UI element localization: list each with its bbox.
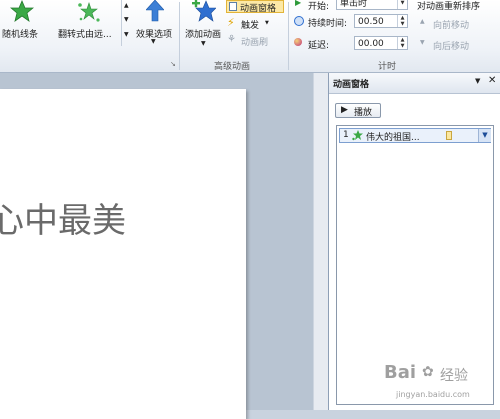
start-value: 单击时 — [340, 0, 368, 9]
pane-options-icon[interactable]: ▼ — [475, 77, 480, 85]
play-icon: ▶ — [341, 105, 348, 115]
animation-pane-button[interactable]: 动画窗格 — [226, 0, 284, 14]
start-label: 开始: — [308, 2, 330, 12]
timing-bar — [446, 131, 452, 140]
spinner-arrows[interactable]: ▲ ▼ — [397, 15, 407, 27]
add-animation-button[interactable]: 添加动画 ▼ — [182, 0, 224, 50]
delay-value: 00.00 — [358, 39, 384, 49]
animation-pane-label: 动画窗格 — [240, 4, 277, 14]
animation-painter-button[interactable]: ⚘ 动画刷 — [227, 34, 282, 48]
play-label: 播放 — [354, 108, 373, 118]
dialog-launcher-icon[interactable]: ↘ — [170, 60, 178, 68]
animation-painter-label: 动画刷 — [241, 38, 269, 48]
item-dropdown[interactable]: ▼ — [478, 129, 491, 142]
slide-canvas[interactable]: 心中最美 — [0, 89, 246, 419]
gallery-scroll[interactable]: ▲ ▼ ▼ — [121, 0, 132, 46]
item-name: 伟大的祖国... — [366, 133, 420, 143]
timing-group-label: 计时 — [378, 62, 397, 72]
move-earlier-button[interactable]: ▲ 向前移动 — [420, 17, 480, 31]
animation-pane: 动画窗格 ▼ ✕ ▶ 播放 1 伟大的祖国... ▼ — [328, 73, 500, 410]
gallery-more-icon: ▼ — [124, 31, 129, 38]
watermark: Bai ✿ 经验 jingyan.baidu.com — [382, 362, 500, 408]
add-animation-icon — [192, 0, 216, 22]
move-earlier-label: 向前移动 — [433, 21, 470, 31]
effect-flip-from-far[interactable]: 翻转式由远... — [56, 0, 122, 46]
chevron-down-icon: ▼ — [201, 40, 206, 47]
trigger-button[interactable]: ⚡ 触发 ▼ — [227, 16, 277, 31]
star-icon — [10, 0, 34, 22]
watermark-brand-suffix: 经验 — [440, 368, 468, 384]
duration-input[interactable]: 00.50 ▲ ▼ — [354, 14, 408, 28]
watermark-brand: Bai — [384, 362, 417, 383]
chevron-up-icon: ▲ — [124, 2, 129, 9]
slide-editing-area: 心中最美 — [0, 73, 328, 419]
lightning-icon: ⚡ — [227, 16, 235, 29]
animation-pane-title: 动画窗格 — [333, 80, 370, 90]
reorder-heading: 对动画重新排序 — [417, 2, 481, 12]
arrow-up-small-icon: ▲ — [420, 18, 425, 25]
painter-icon: ⚘ — [227, 34, 236, 45]
effect-random-bars[interactable]: 随机线条 — [0, 0, 52, 46]
trigger-label: 触发 — [241, 21, 260, 31]
arrow-up-icon — [146, 0, 164, 22]
ribbon: 随机线条 翻转式由远... ▲ ▼ ▼ 效果选项 ▼ ↘ 添加动画 ▼ 动画窗格… — [0, 0, 500, 73]
play-triangle-icon: ▶ — [295, 0, 302, 7]
animation-pane-icon — [229, 2, 237, 11]
watermark-url: jingyan.baidu.com — [396, 390, 470, 399]
close-icon[interactable]: ✕ — [488, 75, 496, 86]
effect-label: 随机线条 — [2, 30, 39, 40]
duration-value: 00.50 — [358, 17, 384, 27]
animation-effect-icon — [352, 130, 363, 141]
chevron-down-icon: ▼ — [151, 38, 156, 45]
add-animation-label: 添加动画 — [185, 30, 222, 40]
delay-input[interactable]: 00.00 ▲ ▼ — [354, 36, 408, 50]
effect-label: 翻转式由远... — [58, 30, 112, 40]
list-item[interactable]: 1 伟大的祖国... ▼ — [339, 128, 491, 143]
chevron-down-icon: ▼ — [397, 0, 407, 9]
item-index: 1 — [343, 130, 349, 140]
group-divider — [288, 2, 289, 70]
paw-icon: ✿ — [422, 364, 434, 380]
delay-label: 延迟: — [308, 41, 330, 51]
move-later-button[interactable]: ▼ 向后移动 — [420, 38, 480, 52]
clock-icon — [294, 16, 304, 26]
slide-text[interactable]: 心中最美 — [0, 193, 126, 242]
arrow-down-small-icon: ▼ — [420, 39, 425, 46]
delay-icon — [294, 38, 302, 46]
duration-label: 持续时间: — [308, 19, 348, 29]
chevron-down-icon: ▼ — [124, 16, 129, 23]
swirl-star-icon — [78, 2, 100, 22]
effect-options-button[interactable]: 效果选项 ▼ — [132, 0, 178, 46]
start-select[interactable]: 单击时 ▼ — [336, 0, 408, 10]
vertical-scrollbar[interactable] — [313, 73, 328, 410]
chevron-down-icon: ▼ — [265, 20, 269, 26]
group-divider — [179, 2, 180, 70]
move-later-label: 向后移动 — [433, 42, 470, 52]
advanced-animation-group-label: 高级动画 — [214, 62, 251, 72]
spinner-arrows[interactable]: ▲ ▼ — [397, 37, 407, 49]
animation-pane-header: 动画窗格 ▼ ✕ — [329, 73, 500, 94]
play-button[interactable]: ▶ 播放 — [335, 103, 381, 118]
